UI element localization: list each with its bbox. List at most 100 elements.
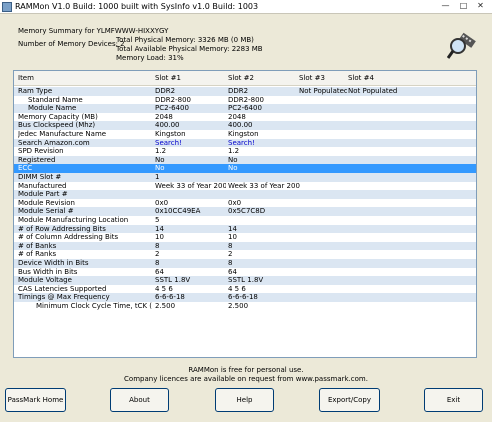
slot-2-value: 0x0 — [228, 198, 242, 207]
row-label: Search Amazon.com — [18, 138, 90, 147]
slot-1-value: 6-6-6-18 — [155, 293, 185, 302]
slot-2-value: 64 — [228, 267, 237, 276]
table-row[interactable]: CAS Latencies Supported 4 5 6 4 5 6 — [14, 285, 476, 294]
slot-3-value — [299, 96, 347, 105]
slot-4-value — [348, 259, 398, 268]
slot-1-value: SSTL 1.8V — [155, 276, 191, 285]
table-row[interactable]: Timings @ Max Frequency 6-6-6-18 6-6-6-18 — [14, 293, 476, 302]
row-label: Jedec Manufacture Name — [18, 130, 107, 138]
table-row[interactable]: Device Width in Bits 8 8 — [14, 259, 476, 268]
slot-3-value — [299, 130, 347, 139]
table-row[interactable]: DIMM Slot # 1 — [14, 173, 476, 182]
table-row[interactable]: Search Amazon.com Search! Search! — [14, 138, 476, 148]
slot-1-value: 1.2 — [155, 147, 167, 156]
table-row[interactable]: Module Voltage SSTL 1.8V SSTL 1.8V — [14, 276, 476, 285]
slot-3-value — [299, 156, 347, 165]
table-row[interactable]: Module Name PC2-6400 PC2-6400 — [14, 104, 476, 113]
slot-2-value: DDR2-800 — [228, 95, 264, 104]
slot-4-value — [348, 216, 398, 225]
slot-3-value — [299, 268, 347, 277]
table-row[interactable]: Bus Clockspeed (Mhz) 400.00 400.00 — [14, 121, 476, 130]
header-slot-1[interactable]: Slot #1 — [155, 71, 226, 86]
minimize-button[interactable]: — — [439, 1, 452, 12]
slot-1-value: 14 — [155, 224, 164, 233]
table-row[interactable]: Module Revision 0x0 0x0 — [14, 199, 476, 208]
slot-1-value: 0x0 — [155, 198, 169, 207]
slot-2-value — [228, 190, 300, 199]
slot-3-value — [299, 164, 347, 173]
slot-2-value: No — [228, 155, 238, 164]
slot-1-value: 1 — [155, 173, 160, 181]
slot-1-value: 2048 — [155, 112, 173, 121]
table-row[interactable]: Module Manufacturing Location 5 — [14, 216, 476, 225]
table-row[interactable]: Registered No No — [14, 155, 476, 165]
slot-2-value: Kingston — [228, 130, 259, 138]
table-row[interactable]: # of Ranks 2 2 — [14, 250, 476, 259]
header-slot-2[interactable]: Slot #2 — [228, 71, 300, 86]
slot-2-value: PC2-6400 — [228, 104, 262, 113]
row-label: Module Serial # — [18, 207, 74, 216]
slot-3-value — [299, 233, 347, 242]
about-button[interactable]: About — [110, 388, 169, 412]
slot-3-value — [299, 182, 347, 191]
table-row[interactable]: Module Serial # 0x10CC49EA 0x5C7C8D — [14, 207, 476, 216]
table-header: Item Slot #1 Slot #2 Slot #3 Slot #4 — [14, 71, 476, 86]
slot-1-value: 2 — [155, 250, 160, 259]
slot-4-value — [348, 233, 398, 242]
slot-3-value — [299, 293, 347, 302]
slot-2-value: No — [228, 164, 238, 173]
slot-4-value — [348, 302, 398, 311]
row-label: # of Banks — [18, 241, 57, 250]
slot-2-value[interactable]: Search! — [228, 139, 300, 148]
table-row[interactable]: Manufactured Week 33 of Year 2008 Week 33 … — [14, 182, 476, 191]
summary-title: Memory Summary for YLMFWWW-HIXXYGY — [18, 27, 169, 35]
passmark-home-button[interactable]: PassMark Home — [5, 388, 66, 412]
slot-1-value: 8 — [155, 241, 160, 250]
memory-details-table[interactable]: Item Slot #1 Slot #2 Slot #3 Slot #4 Ram… — [13, 70, 477, 358]
row-label: SPD Revision — [18, 147, 64, 156]
slot-3-value — [299, 285, 347, 294]
slot-3-value — [299, 173, 347, 182]
slot-4-value — [348, 173, 398, 182]
memory-devices-count: Number of Memory Devices: 2 — [18, 40, 125, 48]
table-row[interactable]: Memory Capacity (MB) 2048 2048 — [14, 113, 476, 122]
table-row[interactable]: Ram Type DDR2 DDR2 Not Populated Not Populat… — [14, 87, 476, 96]
slot-1-value: Kingston — [155, 130, 186, 138]
slot-4-value — [348, 242, 398, 251]
table-row[interactable]: SPD Revision 1.2 1.2 — [14, 147, 476, 156]
free-use-note: RAMMon is free for personal use. — [188, 366, 304, 374]
slot-4-value — [348, 293, 398, 302]
slot-3-value — [299, 276, 347, 285]
row-label: Registered — [18, 155, 56, 164]
slot-2-value — [228, 173, 300, 182]
slot-4-value — [348, 113, 398, 122]
maximize-button[interactable]: □ — [457, 1, 470, 12]
row-label: Module Voltage — [18, 276, 72, 285]
table-row[interactable]: # of Row Addressing Bits 14 14 — [14, 224, 476, 234]
exit-button[interactable]: Exit — [424, 388, 483, 412]
table-row[interactable]: ECC No No — [14, 164, 476, 173]
slot-4-value — [348, 250, 398, 259]
header-slot-3[interactable]: Slot #3 — [299, 71, 347, 86]
table-row[interactable]: Minimum Clock Cycle Time, tCK (ns) 2.500 2… — [14, 302, 476, 311]
close-button[interactable]: ✕ — [474, 1, 487, 12]
table-row[interactable]: Bus Width in Bits 64 64 — [14, 268, 476, 277]
slot-2-value: Week 33 of Year 2008 — [228, 181, 300, 190]
slot-1-value[interactable]: Search! — [155, 139, 226, 148]
table-row[interactable]: Standard Name DDR2-800 DDR2-800 — [14, 96, 476, 105]
row-label: Device Width in Bits — [18, 259, 89, 267]
memory-stats: Total Physical Memory: 3326 MB (0 MB) To… — [116, 36, 263, 63]
header-slot-4[interactable]: Slot #4 — [348, 71, 398, 86]
table-row[interactable]: Module Part # — [14, 190, 476, 199]
row-label: Ram Type — [18, 87, 53, 95]
row-label: Standard Name — [28, 95, 83, 104]
table-row[interactable]: Jedec Manufacture Name Kingston Kingston — [14, 130, 476, 139]
slot-2-value — [228, 216, 300, 225]
help-button[interactable]: Help — [215, 388, 274, 412]
export-copy-button[interactable]: Export/Copy — [319, 388, 380, 412]
slot-3-value — [299, 121, 347, 130]
header-item[interactable]: Item — [18, 71, 152, 86]
table-row[interactable]: # of Column Addressing Bits 10 10 — [14, 233, 476, 242]
slot-2-value: 4 5 6 — [228, 284, 246, 293]
table-row[interactable]: # of Banks 8 8 — [14, 241, 476, 251]
